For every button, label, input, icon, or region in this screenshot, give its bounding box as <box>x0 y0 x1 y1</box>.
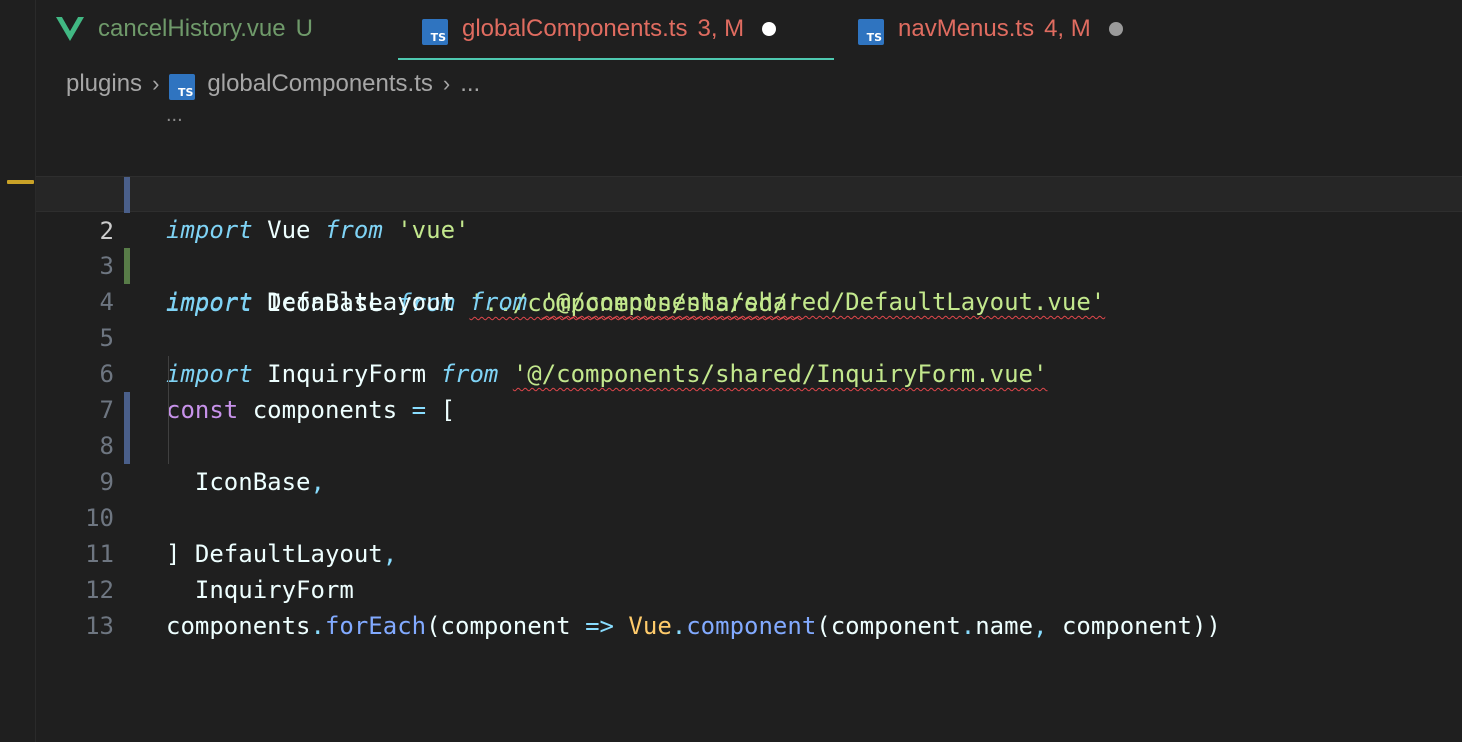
code-line[interactable]: 8 DefaultLayout, <box>36 392 1462 568</box>
code-line[interactable]: 12 components.forEach(component => Vue.c… <box>36 536 1462 640</box>
chevron-right-icon: › <box>152 71 160 96</box>
line-number: 13 <box>85 612 114 640</box>
modified-line-indicator[interactable] <box>124 428 130 464</box>
breadcrumb: plugins › TS globalComponents.ts › ... <box>66 64 480 104</box>
breadcrumb-file[interactable]: globalComponents.ts <box>207 70 432 98</box>
modified-line-indicator[interactable] <box>124 392 130 428</box>
tab-nav-menus[interactable]: TS navMenus.ts 4, M <box>858 0 1123 58</box>
code-line[interactable]: 10 ] <box>36 464 1462 568</box>
breadcrumb-symbol[interactable]: ... <box>460 70 480 98</box>
code-line[interactable]: 4 import InquiryForm from '@/components/… <box>36 248 1462 388</box>
code-line[interactable]: 13 <box>36 572 1462 640</box>
code-line[interactable]: 3 import DefaultLayout from '@/component… <box>36 212 1462 316</box>
code-line[interactable]: 1 import Vue from 'vue' <box>36 140 1462 244</box>
code-line[interactable]: 11 <box>36 500 1462 568</box>
tab-status: 3, M <box>697 15 745 42</box>
typescript-icon: TS <box>422 19 448 45</box>
code-editor[interactable]: 1 import Vue from 'vue' 2 import IconBas… <box>36 140 1462 640</box>
typescript-icon: TS <box>169 74 196 100</box>
tab-bar: cancelHistory.vue U TS globalComponents.… <box>36 0 1462 60</box>
chevron-right-icon: › <box>442 71 451 96</box>
added-line-indicator[interactable] <box>124 248 130 284</box>
code-line-current[interactable]: 2 import IconBase from '../components/sh… <box>36 176 1462 317</box>
tab-global-components[interactable]: TS globalComponents.ts 3, M <box>398 0 834 60</box>
unsaved-dot-icon[interactable] <box>762 22 777 36</box>
indent-guide <box>168 428 169 464</box>
line-code: components.forEach(component => Vue.comp… <box>166 612 1221 640</box>
indent-guide <box>168 392 169 428</box>
modified-line-indicator[interactable] <box>124 177 130 213</box>
tab-label: navMenus.ts <box>898 15 1035 42</box>
tab-status: 4, M <box>1044 15 1091 42</box>
code-line[interactable]: 6 const components = [ <box>36 320 1462 424</box>
code-line[interactable]: 9 InquiryForm <box>36 428 1462 604</box>
sticky-scroll-ellipsis: ... <box>166 104 183 126</box>
unsaved-dot-icon[interactable] <box>1108 22 1123 36</box>
typescript-icon: TS <box>858 19 884 45</box>
code-line[interactable]: 5 <box>36 284 1462 352</box>
breadcrumb-folder[interactable]: plugins <box>66 70 142 98</box>
indent-guide <box>168 356 169 392</box>
activity-strip <box>0 0 36 742</box>
tab-status: U <box>295 15 313 42</box>
tab-label: cancelHistory.vue <box>98 15 286 42</box>
tab-cancel-history[interactable]: cancelHistory.vue U <box>56 0 331 58</box>
code-line[interactable]: 7 IconBase, <box>36 356 1462 496</box>
overview-ruler-marker <box>7 180 34 184</box>
tab-label: globalComponents.ts <box>462 15 688 42</box>
vue-icon <box>56 17 84 41</box>
